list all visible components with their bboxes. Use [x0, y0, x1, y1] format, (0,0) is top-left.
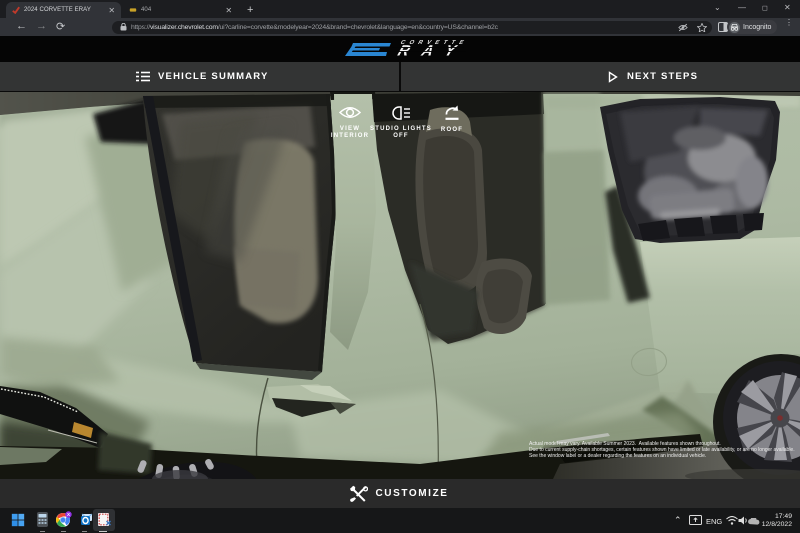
svg-text:X: X: [67, 512, 70, 517]
